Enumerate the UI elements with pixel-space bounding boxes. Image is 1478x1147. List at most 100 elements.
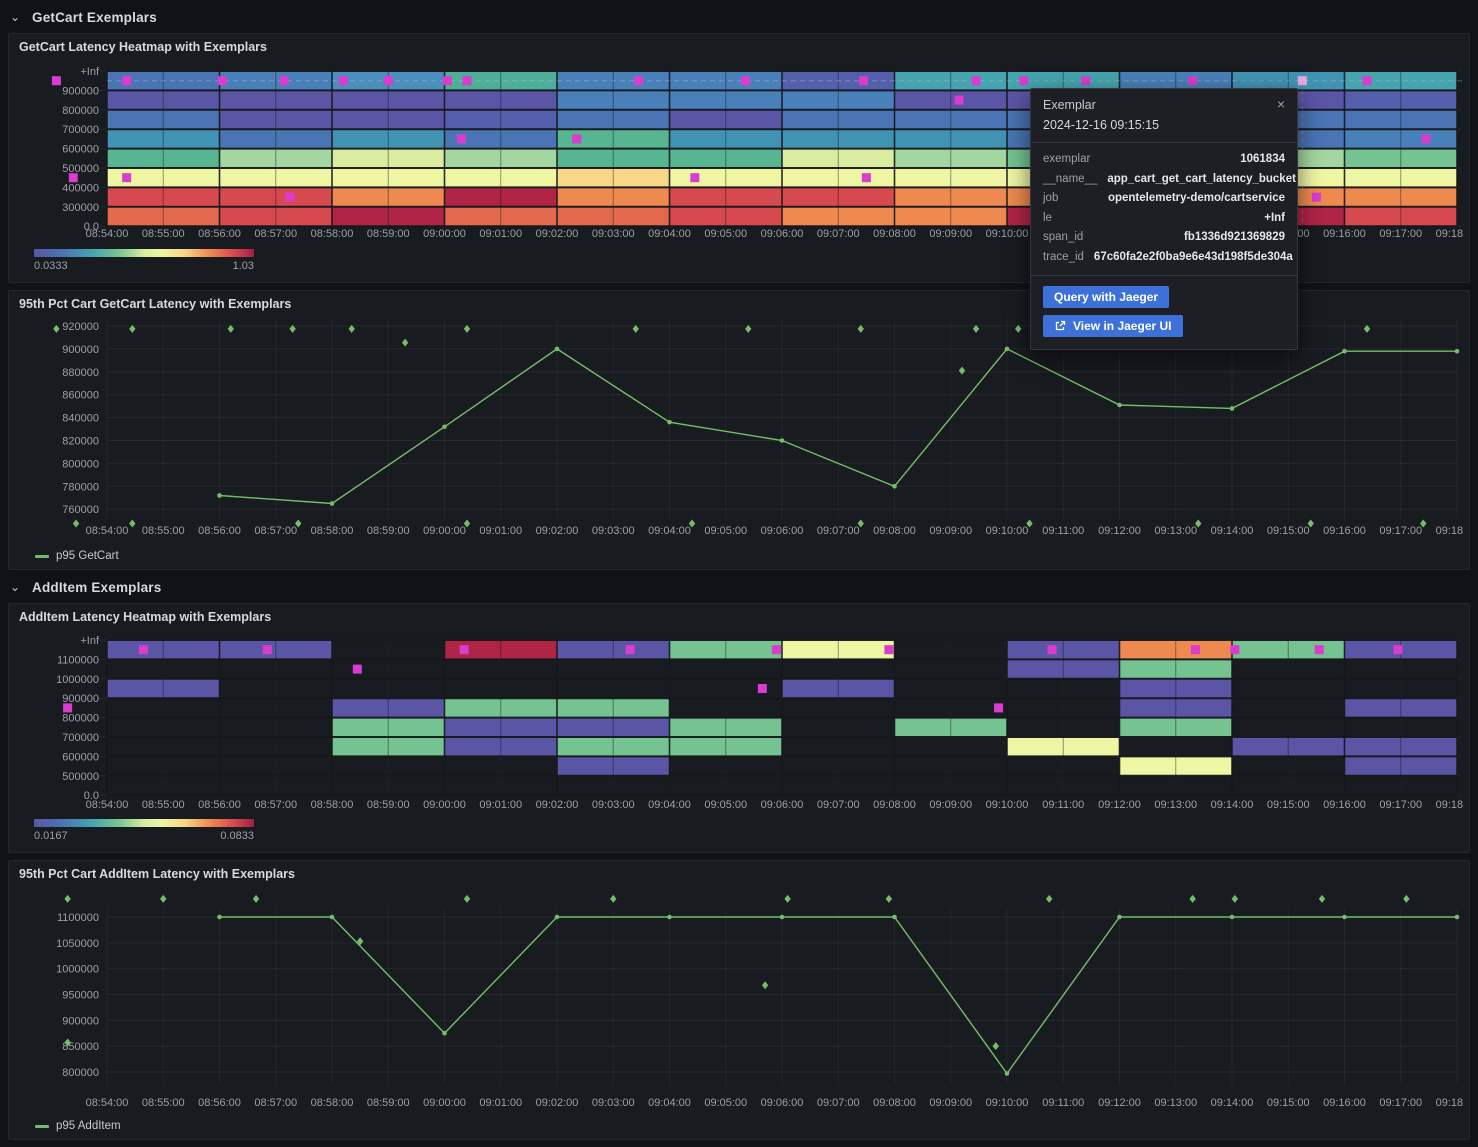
section-header-getcart[interactable]: ⌄ GetCart Exemplars (8, 6, 157, 28)
heatmap-color-scale: 0.0167 0.0833 (34, 819, 254, 842)
svg-text:09:04:00: 09:04:00 (648, 1097, 691, 1109)
section-title: AddItem Exemplars (32, 580, 161, 595)
exemplar-diamond[interactable] (959, 367, 965, 375)
exemplar-marker[interactable] (634, 76, 643, 85)
exemplar-tooltip: Exemplar × 2024-12-16 09:15:15 exemplar1… (1030, 88, 1298, 350)
exemplar-marker[interactable] (1019, 76, 1028, 85)
svg-text:08:59:00: 08:59:00 (367, 525, 410, 537)
exemplar-marker[interactable] (63, 703, 72, 712)
svg-text:09:05:00: 09:05:00 (704, 228, 747, 240)
exemplar-diamond[interactable] (129, 520, 135, 528)
tooltip-field-row: le+Inf (1043, 209, 1285, 229)
exemplar-marker[interactable] (955, 96, 964, 105)
panel-title: 95th Pct Cart AddItem Latency with Exemp… (19, 867, 295, 881)
exemplar-marker[interactable] (457, 134, 466, 143)
exemplar-marker[interactable] (218, 76, 227, 85)
exemplar-marker[interactable] (122, 76, 131, 85)
svg-text:600000: 600000 (62, 144, 99, 156)
exemplar-marker[interactable] (1191, 645, 1200, 654)
exemplar-marker[interactable] (1422, 134, 1431, 143)
legend-item-p95-additem[interactable]: p95 AddItem (35, 1120, 121, 1132)
exemplar-marker[interactable] (572, 134, 581, 143)
svg-text:08:57:00: 08:57:00 (254, 799, 297, 811)
exemplar-marker[interactable] (884, 645, 893, 654)
legend-item-p95-getcart[interactable]: p95 GetCart (35, 550, 119, 562)
svg-text:09:01:00: 09:01:00 (479, 228, 522, 240)
svg-text:08:59:00: 08:59:00 (367, 799, 410, 811)
exemplar-diamonds[interactable] (53, 325, 1426, 528)
exemplar-marker[interactable] (862, 173, 871, 182)
exemplar-diamond[interactable] (73, 520, 79, 528)
exemplar-marker[interactable] (690, 173, 699, 182)
svg-text:1100000: 1100000 (57, 654, 99, 666)
exemplar-diamond[interactable] (993, 1042, 999, 1050)
exemplar-marker[interactable] (1312, 193, 1321, 202)
view-in-jaeger-ui-button[interactable]: View in Jaeger UI (1043, 315, 1183, 337)
svg-text:1000000: 1000000 (56, 674, 99, 686)
exemplar-marker[interactable] (263, 645, 272, 654)
svg-text:08:56:00: 08:56:00 (198, 228, 241, 240)
exemplar-marker[interactable] (1315, 645, 1324, 654)
exemplar-diamond[interactable] (1189, 895, 1195, 903)
exemplar-marker[interactable] (758, 684, 767, 693)
close-icon[interactable]: × (1277, 98, 1285, 110)
exemplar-marker-selected[interactable] (1298, 76, 1307, 85)
exemplar-marker[interactable] (972, 76, 981, 85)
exemplar-marker[interactable] (384, 76, 393, 85)
exemplar-marker[interactable] (1081, 76, 1090, 85)
exemplar-diamonds[interactable] (64, 895, 1409, 1050)
exemplar-marker[interactable] (1188, 76, 1197, 85)
panel-title: GetCart Latency Heatmap with Exemplars (19, 40, 267, 54)
exemplar-marker[interactable] (285, 193, 294, 202)
exemplar-marker[interactable] (139, 645, 148, 654)
exemplar-diamond[interactable] (402, 339, 408, 347)
exemplar-diamond[interactable] (1046, 895, 1052, 903)
svg-text:09:01:00: 09:01:00 (479, 799, 522, 811)
svg-text:09:07:00: 09:07:00 (817, 799, 860, 811)
svg-text:09:09:00: 09:09:00 (929, 228, 972, 240)
exemplar-marker[interactable] (859, 76, 868, 85)
svg-text:400000: 400000 (62, 182, 99, 194)
exemplar-diamond[interactable] (160, 895, 166, 903)
exemplar-diamond[interactable] (464, 895, 470, 903)
exemplar-diamond[interactable] (53, 325, 59, 333)
exemplar-marker[interactable] (353, 665, 362, 674)
exemplar-diamond[interactable] (886, 895, 892, 903)
exemplar-marker[interactable] (626, 645, 635, 654)
svg-text:09:13:00: 09:13:00 (1154, 1097, 1197, 1109)
svg-text:500000: 500000 (62, 163, 99, 175)
exemplar-marker[interactable] (1230, 645, 1239, 654)
additem-heatmap-chart[interactable]: +Inf110000010000009000008000007000006000… (9, 604, 1463, 818)
svg-text:09:04:00: 09:04:00 (648, 228, 691, 240)
heatmap-color-scale: 0.0333 1.03 (34, 249, 254, 272)
exemplar-marker[interactable] (1048, 645, 1057, 654)
exemplar-marker[interactable] (463, 76, 472, 85)
exemplar-diamond[interactable] (610, 895, 616, 903)
query-with-jaeger-button[interactable]: Query with Jaeger (1043, 286, 1169, 308)
color-scale-min: 0.0167 (34, 830, 68, 842)
exemplar-diamond[interactable] (253, 895, 259, 903)
exemplar-marker[interactable] (122, 173, 131, 182)
exemplar-marker[interactable] (460, 645, 469, 654)
exemplar-marker[interactable] (1363, 76, 1372, 85)
svg-text:09:01:00: 09:01:00 (479, 525, 522, 537)
section-header-additem[interactable]: ⌄ AddItem Exemplars (8, 576, 161, 598)
exemplar-marker[interactable] (994, 703, 1003, 712)
exemplar-diamond[interactable] (762, 981, 768, 989)
exemplar-diamond[interactable] (784, 895, 790, 903)
exemplar-diamond[interactable] (1319, 895, 1325, 903)
x-axis-labels: 08:54:0008:55:0008:56:0008:57:0008:58:00… (86, 1097, 1463, 1109)
exemplar-marker[interactable] (339, 76, 348, 85)
exemplar-marker[interactable] (280, 76, 289, 85)
exemplar-marker[interactable] (772, 645, 781, 654)
exemplar-marker[interactable] (741, 76, 750, 85)
exemplar-diamond[interactable] (1232, 895, 1238, 903)
exemplar-marker[interactable] (69, 173, 78, 182)
exemplar-diamond[interactable] (1403, 895, 1409, 903)
svg-text:09:05:00: 09:05:00 (704, 799, 747, 811)
exemplar-marker[interactable] (52, 76, 61, 85)
exemplar-marker[interactable] (443, 76, 452, 85)
additem-line-chart[interactable]: 1100000105000010000009500009000008500008… (9, 861, 1463, 1115)
exemplar-marker[interactable] (1393, 645, 1402, 654)
exemplar-diamond[interactable] (64, 895, 70, 903)
